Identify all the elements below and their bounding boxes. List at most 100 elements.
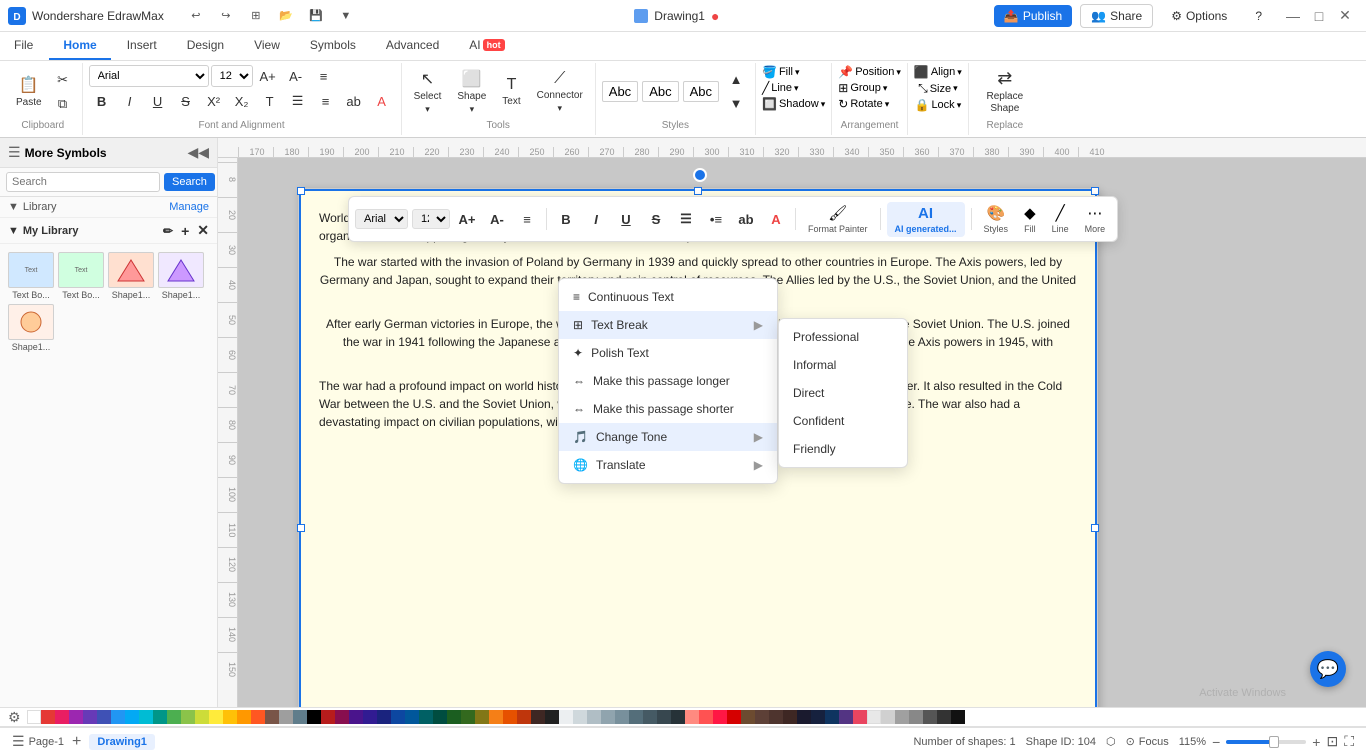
color-swatch[interactable] [55,710,69,724]
format-painter-btn[interactable]: 🖌 Format Painter [802,201,874,237]
color-swatch[interactable] [867,710,881,724]
color-swatch[interactable] [335,710,349,724]
publish-button[interactable]: 📤 Publish [994,5,1072,27]
color-swatch[interactable] [405,710,419,724]
indent-btn[interactable]: ≡ [313,90,339,112]
add-page-btn[interactable]: + [72,733,81,751]
library-close-icon[interactable]: ✕ [197,222,209,239]
zoom-slider[interactable] [1226,740,1306,744]
font-family-select[interactable]: Arial [89,65,209,87]
ft-font-decrease[interactable]: A- [484,206,510,232]
color-swatch[interactable] [195,710,209,724]
lock-label[interactable]: Lock [931,99,954,111]
color-swatch[interactable] [307,710,321,724]
list-item[interactable]: Text Text Bo... [8,252,54,300]
color-swatch[interactable] [685,710,699,724]
subscript-btn[interactable]: X₂ [229,90,255,112]
tab-symbols[interactable]: Symbols [296,32,370,60]
line-label[interactable]: Line [771,82,792,94]
color-swatch[interactable] [293,710,307,724]
color-swatch[interactable] [727,710,741,724]
sidebar-collapse-btn[interactable]: ◀◀ [187,144,209,161]
color-swatch[interactable] [251,710,265,724]
color-swatch[interactable] [153,710,167,724]
list-item[interactable]: Text Text Bo... [58,252,104,300]
fit-window-btn[interactable]: ⊡ [1326,733,1338,750]
text-btn[interactable]: T Text [496,73,526,110]
handle-ml[interactable] [297,524,305,532]
color-swatch[interactable] [321,710,335,724]
color-swatch[interactable] [811,710,825,724]
color-swatch[interactable] [587,710,601,724]
position-label[interactable]: Position [855,66,894,78]
color-swatch[interactable] [741,710,755,724]
color-swatch[interactable] [699,710,713,724]
styles-up-btn[interactable]: ▲ [723,69,749,91]
ft-underline[interactable]: U [613,206,639,232]
zoom-in-btn[interactable]: + [1312,734,1320,750]
help-button[interactable]: ? [1245,5,1272,27]
tab-ai[interactable]: AI hot [455,32,518,60]
color-swatch[interactable] [503,710,517,724]
zoom-thumb[interactable] [1269,736,1279,748]
color-swatch[interactable] [671,710,685,724]
color-swatch[interactable] [923,710,937,724]
current-page-tab[interactable]: Drawing1 [89,734,155,750]
tab-advanced[interactable]: Advanced [372,32,453,60]
shadow-dropdown[interactable]: ▾ [821,99,826,110]
styles-down-btn[interactable]: ▼ [723,93,749,115]
chat-bubble-btn[interactable]: 💬 [1310,651,1346,687]
color-swatch[interactable] [237,710,251,724]
color-swatch[interactable] [475,710,489,724]
menu-item-translate[interactable]: 🌐 Translate ▶ [559,451,777,479]
line-dropdown[interactable]: ▾ [794,83,799,94]
color-swatch[interactable] [349,710,363,724]
copy-btn[interactable]: ⧉ [50,93,76,115]
align-label[interactable]: Align [931,66,955,78]
color-swatch[interactable] [209,710,223,724]
style-abc-1[interactable]: Abc [602,81,638,102]
color-swatch[interactable] [433,710,447,724]
color-swatch[interactable] [41,710,55,724]
ft-size-select[interactable]: 12 [412,209,450,229]
ft-font-increase[interactable]: A+ [454,206,480,232]
palette-settings-icon[interactable]: ⚙ [8,709,21,726]
select-btn[interactable]: ↖ Select ▾ [408,66,448,118]
color-swatch[interactable] [769,710,783,724]
minimize-button[interactable]: — [1280,6,1306,26]
more-btn[interactable]: ▼ [332,2,360,30]
tab-file[interactable]: File [0,32,47,60]
color-swatch[interactable] [601,710,615,724]
fill-dropdown[interactable]: ▾ [795,67,800,78]
cut-btn[interactable]: ✂ [50,69,76,91]
options-button[interactable]: ⚙ Options [1161,5,1237,27]
strikethrough-btn[interactable]: S [173,90,199,112]
ft-clear[interactable]: ab [733,206,759,232]
color-swatch[interactable] [909,710,923,724]
zoom-out-btn[interactable]: − [1212,734,1220,750]
save-btn[interactable]: 💾 [302,2,330,30]
style-abc-3[interactable]: Abc [683,81,719,102]
list-btn[interactable]: ☰ [285,90,311,112]
color-swatch[interactable] [783,710,797,724]
rotate-label[interactable]: Rotate [850,98,882,110]
color-swatch[interactable] [69,710,83,724]
color-swatch[interactable] [265,710,279,724]
color-swatch[interactable] [181,710,195,724]
submenu-friendly[interactable]: Friendly [779,435,907,463]
tab-insert[interactable]: Insert [113,32,171,60]
menu-item-make-longer[interactable]: ⇔ Make this passage longer [559,367,777,395]
color-swatch[interactable] [377,710,391,724]
ft-line-btn[interactable]: ╱ Line [1046,201,1075,237]
handle-mr[interactable] [1091,524,1099,532]
color-swatch[interactable] [111,710,125,724]
color-swatch[interactable] [825,710,839,724]
close-button[interactable]: ✕ [1332,6,1358,26]
submenu-direct[interactable]: Direct [779,379,907,407]
search-input[interactable] [6,172,160,192]
color-swatch[interactable] [279,710,293,724]
group-label[interactable]: Group [850,82,881,94]
tab-home[interactable]: Home [49,32,110,60]
menu-item-change-tone[interactable]: 🎵 Change Tone ▶ [559,423,777,451]
ft-bold[interactable]: B [553,206,579,232]
